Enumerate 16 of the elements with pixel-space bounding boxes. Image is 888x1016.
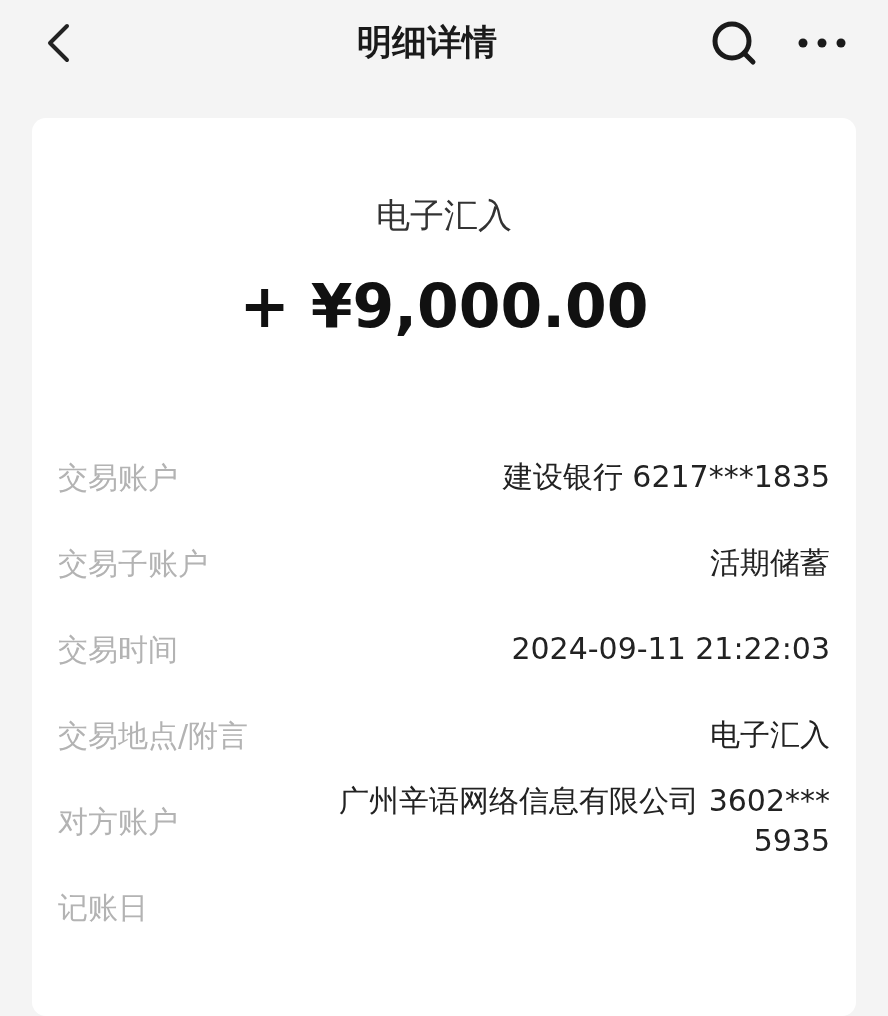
detail-value: 建设银行 6217***1835	[502, 458, 830, 496]
detail-label: 对方账户	[58, 802, 178, 841]
detail-value: 电子汇入	[710, 716, 830, 754]
detail-value: 广州辛语网络信息有限公司 3602*** 5935	[339, 782, 830, 860]
transaction-amount: + ¥9,000.00	[239, 276, 649, 336]
detail-label: 交易时间	[58, 630, 178, 669]
detail-label: 交易子账户	[58, 544, 208, 583]
detail-value: 活期储蓄	[710, 544, 830, 582]
detail-value: 2024-09-11 21:22:03	[511, 630, 830, 668]
back-icon	[45, 22, 71, 63]
detail-label: 交易账户	[58, 458, 178, 497]
page-title: 明细详情	[357, 25, 497, 60]
more-icon	[798, 37, 846, 48]
detail-label: 交易地点/附言	[58, 716, 249, 755]
transaction-type: 电子汇入	[376, 198, 512, 232]
detail-label: 记账日	[58, 888, 148, 927]
